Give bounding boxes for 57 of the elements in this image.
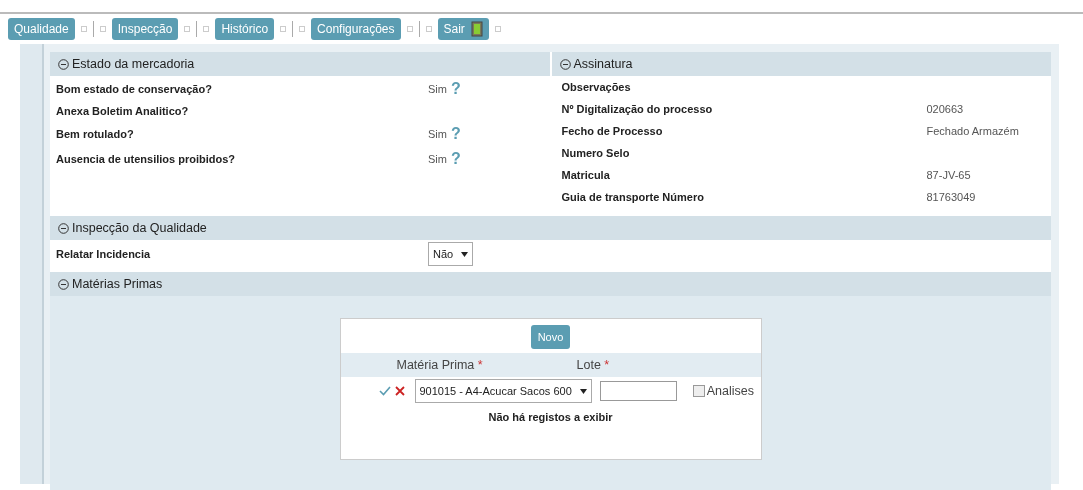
collapse-icon[interactable] xyxy=(559,58,571,70)
checkbox-label: Analises xyxy=(706,384,754,398)
collapse-icon[interactable] xyxy=(58,58,69,70)
empty-message: Não há registos a exibir xyxy=(487,411,614,423)
field-label: Nº Digitalização do processo xyxy=(560,103,714,115)
field-value: 020663 xyxy=(926,103,964,115)
section-header[interactable]: Assinatura xyxy=(551,52,1051,76)
field-value: Sim xyxy=(428,127,447,140)
bullet-icon xyxy=(203,26,210,32)
field-label: Bom estado de conservação? xyxy=(56,82,213,95)
column-header: Matéria Prima * xyxy=(396,358,484,372)
field-label: Anexa Boletim Analitico? xyxy=(56,105,190,117)
collapse-icon[interactable] xyxy=(58,278,69,290)
help-icon[interactable]: ? xyxy=(450,124,461,143)
checkbox[interactable] xyxy=(692,385,705,397)
field-label: Bem rotulado? xyxy=(56,127,135,140)
help-icon[interactable]: ? xyxy=(450,79,461,98)
field-label: Fecho de Processo xyxy=(560,125,664,137)
nav-button[interactable]: Inspecção xyxy=(111,18,179,40)
field-label: Relatar Incidencia xyxy=(56,248,152,260)
exit-door-icon xyxy=(470,21,483,37)
nav-button[interactable]: Sair xyxy=(437,18,489,40)
field-label: Ausencia de utensilios proibidos? xyxy=(56,152,237,165)
bullet-icon xyxy=(80,26,87,32)
collapse-icon[interactable] xyxy=(58,222,69,234)
field-label: Guia de transporte Número xyxy=(560,191,705,203)
delete-icon[interactable] xyxy=(394,386,405,396)
dropdown-caret-icon xyxy=(461,251,469,257)
incident-select[interactable]: Não xyxy=(428,242,474,266)
field-value: Sim xyxy=(428,152,447,165)
lote-field[interactable] xyxy=(599,381,677,401)
bullet-icon xyxy=(406,26,413,32)
section-header[interactable]: Inspecção da Qualidade xyxy=(50,216,1051,240)
column-header: Lote * xyxy=(576,358,611,372)
bullet-icon xyxy=(280,26,287,32)
material-select[interactable]: 901015 - A4-Acucar Sacos 600 xyxy=(414,379,592,403)
field-value: Sim xyxy=(428,82,447,95)
field-label: Matricula xyxy=(560,169,611,181)
field-value: Fechado Armazém xyxy=(926,125,1019,137)
check-icon[interactable] xyxy=(378,386,391,396)
section-header[interactable]: Estado da mercadoria xyxy=(50,52,550,76)
bullet-icon xyxy=(299,26,306,32)
bullet-icon xyxy=(425,26,432,32)
section-header[interactable]: Matérias Primas xyxy=(50,272,1051,296)
bullet-icon xyxy=(494,26,501,32)
nav-button[interactable]: Configurações xyxy=(311,18,401,40)
field-value: 81763049 xyxy=(926,191,976,203)
nav-button[interactable]: Histórico xyxy=(215,18,275,40)
bullet-icon xyxy=(184,26,191,32)
field-label: Observações xyxy=(560,81,632,93)
field-value: 87-JV-65 xyxy=(926,169,971,181)
nav-button[interactable]: Qualidade xyxy=(8,18,75,40)
field-label: Numero Selo xyxy=(560,147,631,159)
dropdown-caret-icon xyxy=(579,388,587,394)
bullet-icon xyxy=(99,26,106,32)
new-button[interactable]: Novo xyxy=(530,325,571,349)
help-icon[interactable]: ? xyxy=(450,149,461,168)
